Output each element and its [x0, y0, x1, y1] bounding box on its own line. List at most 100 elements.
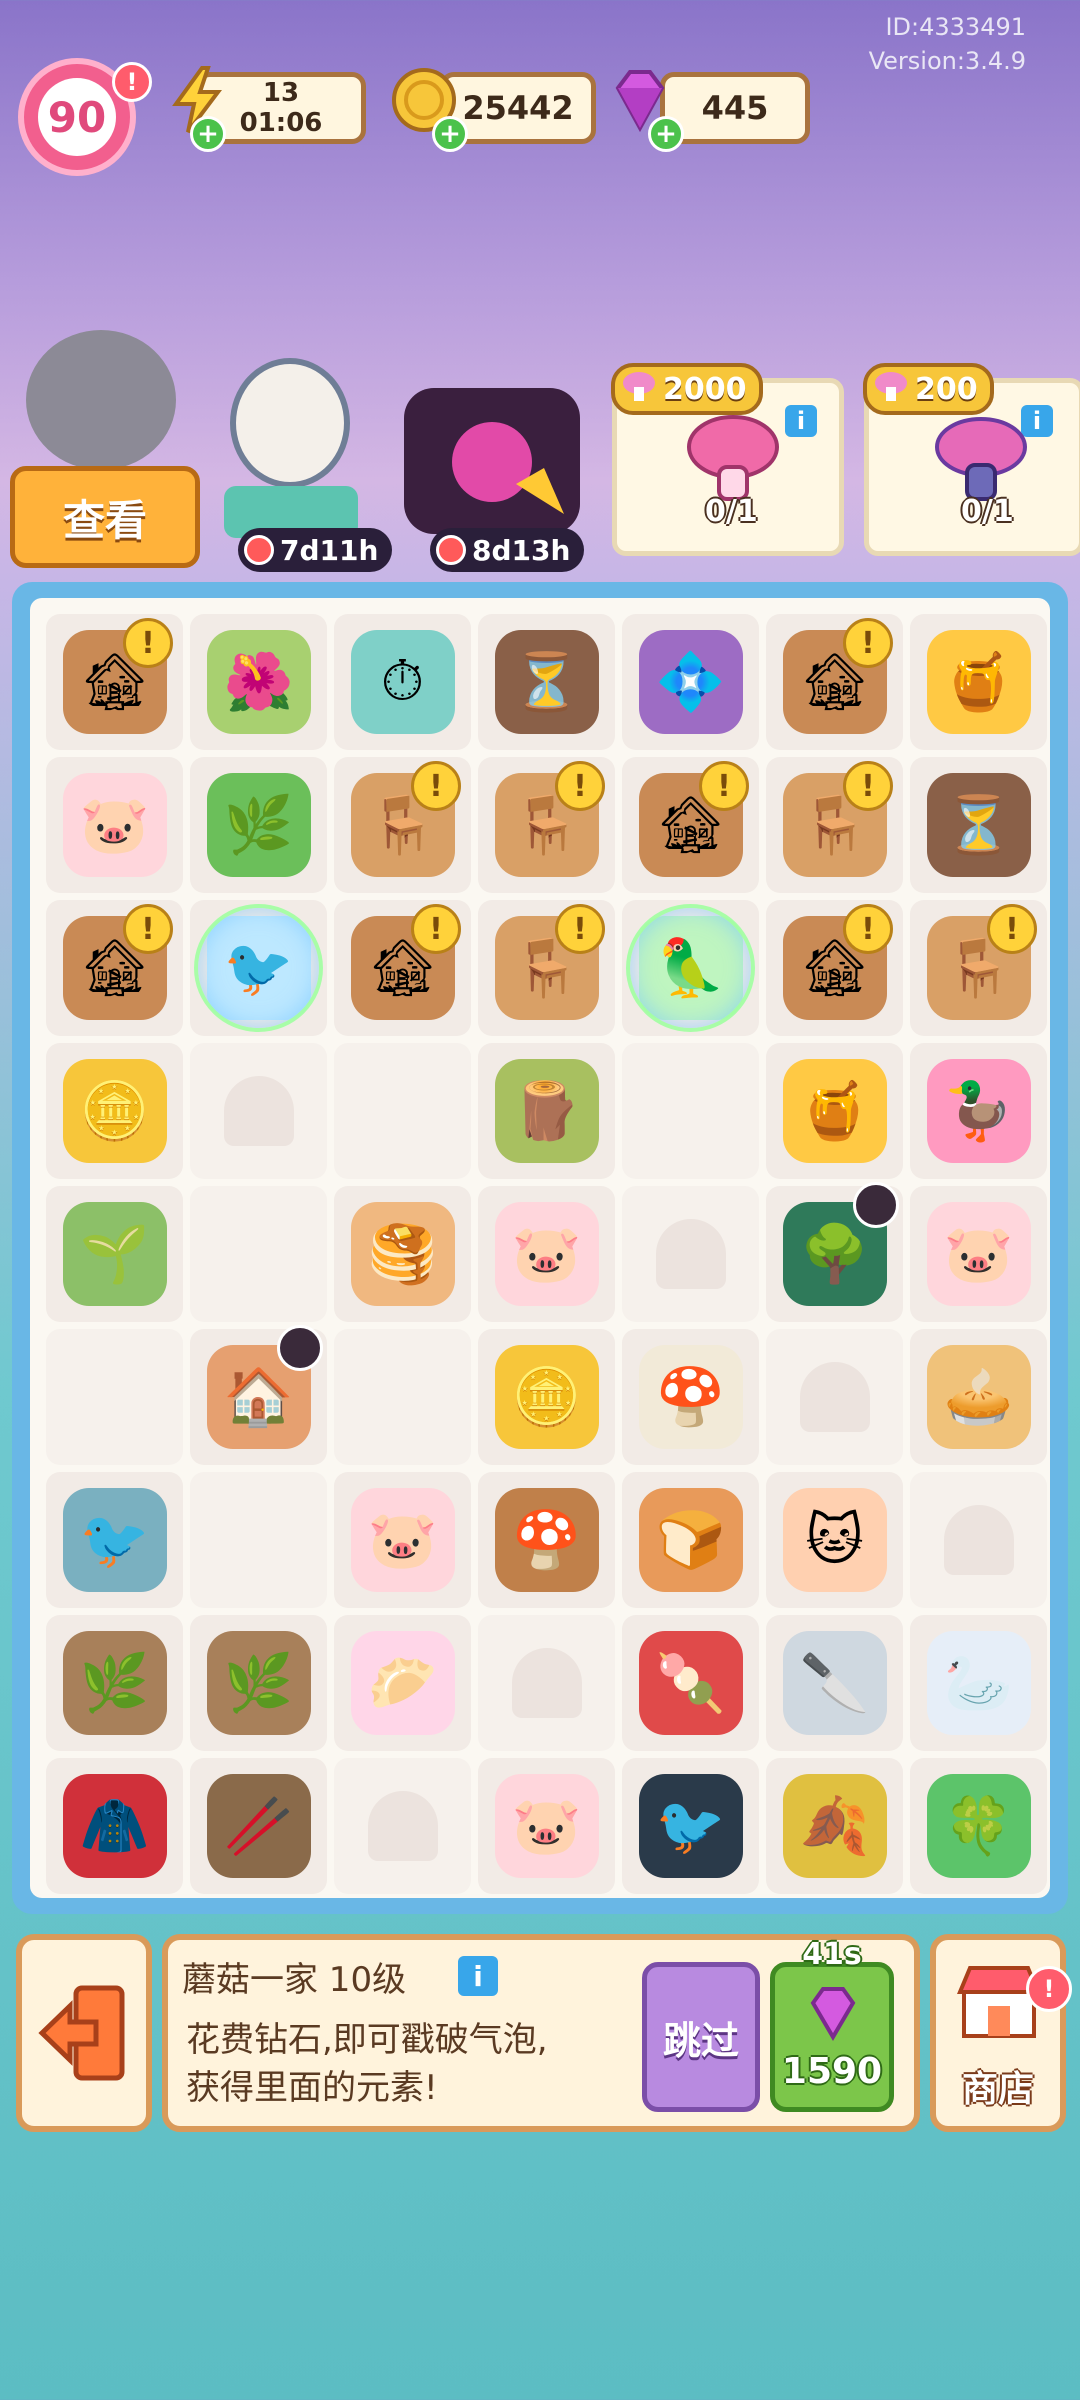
board-cell-pig-pair[interactable]: 🐷 [334, 1472, 471, 1608]
board-cell-stopwatch[interactable]: ⏱ [334, 614, 471, 750]
coins-add-icon[interactable]: + [432, 116, 468, 152]
board-cell-pigeon[interactable]: 🐦 [46, 1472, 183, 1608]
board-cell-empty[interactable] [190, 1186, 327, 1322]
board-cell-honey-gourd[interactable]: 🍯 [910, 614, 1047, 750]
pig-cat-group-icon: 🐱 [782, 1488, 887, 1592]
order-card-2[interactable]: 200 i 0/1 [863, 363, 1080, 556]
board-cell-mossy-log[interactable]: 🪵 [478, 1043, 615, 1179]
energy-add-icon[interactable]: + [190, 116, 226, 152]
board-cell-bear-chair[interactable]: 🪑! [478, 757, 615, 893]
board-cell-candied-fruit[interactable]: 🍡 [622, 1615, 759, 1751]
board-cell-pig-cat-group[interactable]: 🐱 [766, 1472, 903, 1608]
wolf-character[interactable] [26, 330, 176, 470]
exclamation-icon: ! [987, 904, 1037, 954]
info-icon[interactable]: i [785, 405, 817, 437]
board-cell-hourglass[interactable]: ⏳ [478, 614, 615, 750]
board-cell-fireplace[interactable]: 🏚! [46, 900, 183, 1036]
board-cell-pizza-cutter[interactable]: 🔪 [766, 1615, 903, 1751]
board-cell-bear-chair[interactable]: 🪑! [910, 900, 1047, 1036]
board-cell-empty[interactable] [910, 1472, 1047, 1608]
board-cell-sparkle-branches[interactable]: 🌿 [46, 1615, 183, 1751]
board-cell-vine-branch[interactable]: 🌱 [46, 1186, 183, 1322]
board-cell-empty[interactable] [478, 1615, 615, 1751]
board-cell-honey-gourd[interactable]: 🍯 [766, 1043, 903, 1179]
board-cell-dark-tree[interactable]: 🌳 [766, 1182, 903, 1322]
board-cell-fireplace[interactable]: 🏚! [46, 614, 183, 750]
board-cell-twig[interactable]: 🥢 [190, 1758, 327, 1894]
dark-crystal-character[interactable] [404, 388, 580, 534]
board-cell-bear-chair[interactable]: 🪑! [334, 757, 471, 893]
board-cell-hourglass[interactable]: ⏳ [910, 757, 1047, 893]
item-description: 花费钻石,即可戳破气泡, 获得里面的元素! [186, 2016, 548, 2112]
shop-button[interactable]: 商店 [930, 1934, 1066, 2132]
gem-pop-button[interactable]: 41s 1590 [770, 1937, 894, 2112]
order-card-1[interactable]: 2000 i 0/1 [611, 363, 844, 556]
board-cell-gingerbread-house[interactable]: 🏠 [190, 1325, 327, 1465]
board-cell-empty[interactable] [622, 1043, 759, 1179]
gem-frame-icon: 💠 [638, 630, 743, 734]
gem-cost: 1590 [781, 2051, 883, 2092]
board-cell-white-mushroom[interactable]: 🍄 [622, 1329, 759, 1465]
board-cell-fireplace[interactable]: 🏚! [334, 900, 471, 1036]
duck-grandma-character[interactable] [230, 358, 350, 488]
swan-icon: 🦢 [926, 1631, 1031, 1735]
board-cell-gem-frame[interactable]: 💠 [622, 614, 759, 750]
board-cell-empty[interactable] [334, 1758, 471, 1894]
board-cell-pancake-stack[interactable]: 🥞 [334, 1186, 471, 1322]
pig-plush-icon: 🐷 [62, 773, 167, 877]
mushroom-placeholder-icon [943, 1505, 1014, 1575]
pizza-cutter-icon: 🔪 [782, 1631, 887, 1735]
board-cell-bird-bubble[interactable]: 🦜 [622, 900, 759, 1036]
board-cell-empty[interactable] [334, 1329, 471, 1465]
clover-icon: 🍀 [926, 1774, 1031, 1878]
board-cell-clover[interactable]: 🍀 [910, 1758, 1047, 1894]
board-cell-brown-mushroom[interactable]: 🍄 [478, 1472, 615, 1608]
bubble-overlay [194, 904, 323, 1032]
board-cell-duck-dress[interactable]: 🦆 [910, 1043, 1047, 1179]
board-cell-autumn-leaf[interactable]: 🍂 [766, 1758, 903, 1894]
meta-info: ID:4333491 Version:3.4.9 [869, 10, 1026, 78]
board-cell-swan[interactable]: 🦢 [910, 1615, 1047, 1751]
board-cell-bear-chair[interactable]: 🪑! [478, 900, 615, 1036]
board-cell-pansy-vine[interactable]: 🌺 [190, 614, 327, 750]
shop-label: 商店 [961, 2069, 1034, 2110]
board-cell-pig-pair[interactable]: 🐷 [478, 1758, 615, 1894]
board-cell-pie[interactable]: 🥧 [910, 1329, 1047, 1465]
board-cell-empty[interactable] [190, 1472, 327, 1608]
board-cell-coin[interactable]: 🪙 [478, 1329, 615, 1465]
board-cell-fireplace[interactable]: 🏚! [766, 900, 903, 1036]
exit-button[interactable] [16, 1934, 152, 2132]
gem-icon [810, 1987, 856, 2041]
board-cell-fireplace[interactable]: 🏚! [766, 614, 903, 750]
board-cell-empty[interactable] [766, 1329, 903, 1465]
board-cell-empty[interactable] [190, 1043, 327, 1179]
item-info-icon[interactable]: i [458, 1956, 498, 1996]
board-cell-bear-chair[interactable]: 🪑! [766, 757, 903, 893]
board-cell-pig-plush[interactable]: 🐷 [478, 1186, 615, 1322]
character-timer-1: 7d11h [238, 528, 393, 572]
autumn-leaf-icon: 🍂 [782, 1774, 887, 1878]
sparkle-branches-icon: 🌿 [206, 1631, 311, 1735]
hourglass-icon: ⏳ [926, 773, 1031, 877]
board-cell-bun[interactable]: 🥟 [334, 1615, 471, 1751]
look-button[interactable]: 查看 [10, 466, 200, 568]
exclamation-icon: ! [123, 618, 173, 668]
board-cell-crow[interactable]: 🐦 [622, 1758, 759, 1894]
board-cell-coin-pile[interactable]: 🪙 [46, 1043, 183, 1179]
board-cell-empty[interactable] [622, 1186, 759, 1322]
board-cell-empty[interactable] [46, 1329, 183, 1465]
board-cell-pigeon-bubble[interactable]: 🐦 [190, 900, 327, 1036]
board-cell-pig-plush[interactable]: 🐷 [910, 1186, 1047, 1322]
board-cell-jam-toast[interactable]: 🍞 [622, 1472, 759, 1608]
board-cell-empty[interactable] [334, 1043, 471, 1179]
board-cell-pig-plush[interactable]: 🐷 [46, 757, 183, 893]
board-cell-sparkle-branches[interactable]: 🌿 [190, 1615, 327, 1751]
skip-button[interactable]: 跳过 [642, 1962, 760, 2112]
coin-icon: 🪙 [494, 1345, 599, 1449]
gems-add-icon[interactable]: + [648, 116, 684, 152]
board-cell-red-hood[interactable]: 🧥 [46, 1758, 183, 1894]
order-1-price: 2000 [663, 371, 747, 407]
board-cell-fireplace[interactable]: 🏚! [622, 757, 759, 893]
exclamation-icon: ! [123, 904, 173, 954]
board-cell-green-bush[interactable]: 🌿 [190, 757, 327, 893]
